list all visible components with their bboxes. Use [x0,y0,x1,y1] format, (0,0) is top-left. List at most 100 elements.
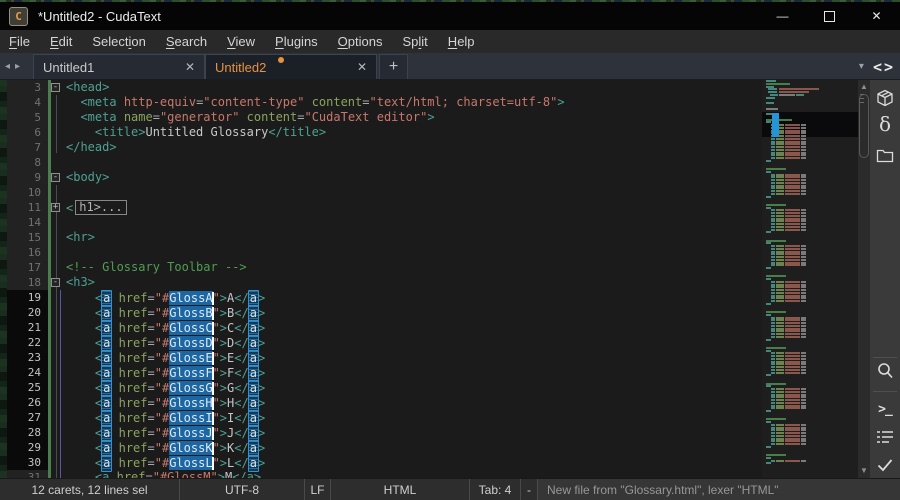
line-number[interactable]: 14 [7,215,48,230]
code-editor[interactable]: 3<head>4 <meta http-equiv="content-type"… [7,80,755,478]
maximize-button[interactable] [806,2,853,30]
line-number[interactable]: 20 [7,305,48,320]
code-line[interactable]: 4 <meta http-equiv="content-type" conten… [7,95,755,110]
code-line[interactable]: 18<h3> [7,275,755,290]
code-line[interactable]: 15<hr> [7,230,755,245]
code-line[interactable]: 16 [7,245,755,260]
code-text: <title>Untitled Glossary</title> [64,125,326,140]
code-tree-toggle-icon[interactable]: <> [873,58,895,76]
line-number[interactable]: 16 [7,245,48,260]
minimap[interactable] [762,80,858,478]
new-tab-button[interactable]: + [379,54,408,79]
line-number[interactable]: 9 [7,170,48,185]
code-line[interactable]: 7</head> [7,140,755,155]
tab-untitled2[interactable]: Untitled2 ✕ [205,54,377,79]
line-number[interactable]: 22 [7,335,48,350]
line-number[interactable]: 11 [7,200,48,215]
fold-expand-icon[interactable]: + [51,203,60,212]
console-icon[interactable]: >_ [870,402,900,417]
snippets-delta-icon[interactable]: δ [870,112,900,136]
menu-edit[interactable]: Edit [40,34,82,49]
line-number[interactable]: 27 [7,410,48,425]
menu-selection[interactable]: Selection [82,34,156,49]
project-folder-icon[interactable] [870,146,900,169]
line-number[interactable]: 23 [7,350,48,365]
menu-file[interactable]: File [0,34,40,49]
line-number[interactable]: 28 [7,425,48,440]
status-caret-info[interactable]: 12 carets, 12 lines sel [0,479,180,500]
status-tab-size[interactable]: Tab: 4 [470,479,521,500]
menu-options[interactable]: Options [328,34,393,49]
code-line[interactable]: 23 <a href="#GlossE">E</a> [7,350,755,365]
menu-split[interactable]: Split [393,34,438,49]
code-line[interactable]: 27 <a href="#GlossI">I</a> [7,410,755,425]
line-number[interactable]: 7 [7,140,48,155]
code-line[interactable]: 24 <a href="#GlossF">F</a> [7,365,755,380]
tab-list-dropdown-icon[interactable]: ▾ [859,61,864,72]
line-number[interactable]: 18 [7,275,48,290]
code-line[interactable]: 29 <a href="#GlossK">K</a> [7,440,755,455]
scrollbar-thumb[interactable] [859,94,869,158]
code-line[interactable]: 22 <a href="#GlossD">D</a> [7,335,755,350]
code-line[interactable]: 11<h1>... [7,200,755,215]
line-number[interactable]: 10 [7,185,48,200]
line-number[interactable]: 31 [7,470,48,478]
addons-package-icon[interactable] [870,88,900,113]
search-icon[interactable] [870,361,900,386]
minimize-button[interactable]: — [759,2,806,30]
fold-collapse-icon[interactable]: - [51,173,60,182]
fold-collapse-icon[interactable]: - [51,83,60,92]
code-line[interactable]: 28 <a href="#GlossJ">J</a> [7,425,755,440]
code-line[interactable]: 30 <a href="#GlossL">L</a> [7,455,755,470]
code-line[interactable]: 26 <a href="#GlossH">H</a> [7,395,755,410]
code-line[interactable]: 14 [7,215,755,230]
line-number[interactable]: 30 [7,455,48,470]
status-lexer[interactable]: HTML [331,479,470,500]
line-number[interactable]: 3 [7,80,48,95]
close-button[interactable]: ✕ [853,2,900,30]
menu-help[interactable]: Help [438,34,485,49]
vertical-scrollbar[interactable]: ▲ ▼ [858,80,870,478]
code-line[interactable]: 9<body> [7,170,755,185]
status-encoding[interactable]: UTF-8 [180,479,305,500]
output-list-icon[interactable] [870,429,900,450]
line-number[interactable]: 24 [7,365,48,380]
code-line[interactable]: 10 [7,185,755,200]
scroll-up-icon[interactable]: ▲ [858,81,870,93]
line-number[interactable]: 8 [7,155,48,170]
line-number[interactable]: 15 [7,230,48,245]
tab-scroll-left-icon[interactable]: ◂ [5,61,10,72]
scroll-down-icon[interactable]: ▼ [858,465,870,477]
code-line[interactable]: 3<head> [7,80,755,95]
code-line[interactable]: 19 <a href="#GlossA">A</a> [7,290,755,305]
line-number[interactable]: 5 [7,110,48,125]
line-number[interactable]: 19 [7,290,48,305]
line-number[interactable]: 17 [7,260,48,275]
menu-view[interactable]: View [217,34,265,49]
code-line[interactable]: 31 <a href="#GlossM">M</a> [7,470,755,478]
line-number[interactable]: 4 [7,95,48,110]
tab-close-icon[interactable]: ✕ [357,60,367,74]
status-line-ends[interactable]: LF [305,479,331,500]
fold-collapse-icon[interactable]: - [51,278,60,287]
line-number[interactable]: 6 [7,125,48,140]
code-line[interactable]: 21 <a href="#GlossC">C</a> [7,320,755,335]
code-line[interactable]: 17<!-- Glossary Toolbar --> [7,260,755,275]
tab-close-icon[interactable]: ✕ [185,60,195,74]
code-line[interactable]: 5 <meta name="generator" content="CudaTe… [7,110,755,125]
code-line[interactable]: 20 <a href="#GlossB">B</a> [7,305,755,320]
code-line[interactable]: 8 [7,155,755,170]
validate-check-icon[interactable] [870,456,900,478]
line-number[interactable]: 29 [7,440,48,455]
line-number[interactable]: 26 [7,395,48,410]
code-line[interactable]: 6 <title>Untitled Glossary</title> [7,125,755,140]
status-wrap[interactable]: - [521,479,538,500]
line-number[interactable]: 25 [7,380,48,395]
menu-search[interactable]: Search [156,34,217,49]
line-number[interactable]: 21 [7,320,48,335]
code-line[interactable]: 25 <a href="#GlossG">G</a> [7,380,755,395]
tab-scroll-right-icon[interactable]: ▸ [15,61,20,72]
tab-untitled1[interactable]: Untitled1 ✕ [33,54,205,79]
menu-plugins[interactable]: Plugins [265,34,328,49]
title-bar[interactable]: C *Untitled2 - CudaText — ✕ [0,2,900,30]
